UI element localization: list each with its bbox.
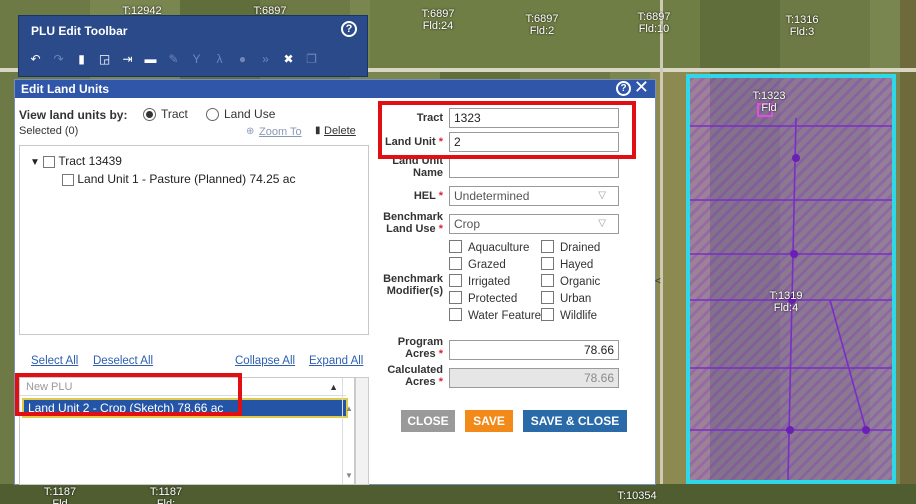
zoom-to-link[interactable]: Zoom To — [259, 126, 302, 138]
copy-icon[interactable]: ◲ — [96, 51, 113, 67]
deselect-all-link[interactable]: Deselect All — [93, 355, 153, 367]
modifier-wildlife[interactable]: Wildlife — [541, 308, 597, 322]
zoom-icon: ⊕ — [246, 126, 255, 137]
import-icon[interactable]: ⇥ — [119, 51, 136, 67]
fill-icon[interactable]: ● — [234, 51, 251, 67]
pen-icon[interactable]: ✎ — [165, 51, 182, 67]
sort-up-icon[interactable]: ▲ — [329, 378, 338, 396]
map-tract-label: T:1187 Fld — [43, 486, 77, 504]
map-road — [660, 0, 663, 504]
delete-icon[interactable]: ▮ — [73, 51, 90, 67]
land-units-tree: ▼ Tract 13439 Land Unit 1 - Pasture (Pla… — [19, 145, 369, 335]
tools-icon[interactable]: ✖ — [280, 51, 297, 67]
selected-parcel[interactable]: T:1323 Fld T:1319 Fld:4 — [686, 74, 896, 484]
plu-scrollbar[interactable]: ▲ ▼ — [342, 378, 354, 484]
benchmark-land-use-select[interactable]: Crop ▽ — [449, 214, 619, 234]
radio-tract[interactable] — [143, 108, 156, 121]
save-and-close-button[interactable]: SAVE & CLOSE — [523, 410, 627, 432]
select-all-link[interactable]: Select All — [31, 355, 78, 367]
scroll-up-icon[interactable]: ▲ — [345, 404, 353, 413]
modifier-aquaculture[interactable]: Aquaculture — [449, 240, 529, 254]
split-icon[interactable]: Y — [188, 51, 205, 67]
hel-select[interactable]: Undetermined ▽ — [449, 186, 619, 206]
modifier-organic[interactable]: Organic — [541, 274, 600, 288]
help-icon[interactable]: ? — [616, 81, 631, 96]
map-field — [900, 0, 916, 504]
selected-count: Selected (0) — [19, 125, 79, 137]
list-scrollbar[interactable] — [355, 377, 369, 485]
map-tract-label: T:1323 Fld — [752, 90, 786, 114]
tree-node-tract[interactable]: ▼ Tract 13439 — [30, 154, 122, 168]
benchmark-land-use-label: Benchmark Land Use * — [383, 211, 443, 235]
double-chevron-icon[interactable]: » — [257, 51, 274, 67]
map-tract-label: T:6897 Fld:10 — [637, 11, 671, 35]
radio-land-use[interactable] — [206, 108, 219, 121]
close-icon[interactable]: ✕ — [634, 78, 649, 96]
scroll-down-icon[interactable]: ▼ — [345, 471, 353, 480]
map-tract-label: T:1316 Fld:3 — [785, 14, 819, 38]
radio-land-use-label: Land Use — [224, 107, 276, 121]
help-icon[interactable]: ? — [341, 21, 357, 37]
chevron-down-icon: ▽ — [598, 218, 606, 229]
map-tract-label: T:6897 Fld:24 — [421, 8, 455, 32]
collapse-all-link[interactable]: Collapse All — [235, 355, 295, 367]
save-button[interactable]: SAVE — [465, 410, 513, 432]
view-by-label: View land units by: — [19, 108, 128, 122]
map-tract-label: T:10354 — [617, 490, 657, 502]
dialog-title: Edit Land Units — [21, 82, 109, 96]
land-unit-label: Land Unit 1 - Pasture (Planned) 74.25 ac — [77, 172, 296, 186]
toolbar-title: PLU Edit Toolbar — [31, 24, 128, 38]
modifier-drained[interactable]: Drained — [541, 240, 600, 254]
delete-link[interactable]: Delete — [324, 125, 356, 137]
map-tract-label: T:1187 Fld: — [149, 486, 183, 504]
hel-field-label: HEL * — [413, 190, 443, 202]
map-tract-label: T:6897 Fld:2 — [525, 13, 559, 37]
calculated-acres-label: Calculated Acres * — [387, 364, 443, 388]
program-acres-label: Program Acres * — [397, 336, 443, 360]
modifier-irrigated[interactable]: Irrigated — [449, 274, 510, 288]
tree-node-land-unit[interactable]: Land Unit 1 - Pasture (Planned) 74.25 ac — [62, 172, 295, 186]
redo-icon[interactable]: ↷ — [50, 51, 67, 67]
toolbar-icon-row: ↶ ↷ ▮ ◲ ⇥ ▬ ✎ Y λ ● » ✖ ❐ — [27, 51, 320, 67]
annotation-highlight-box — [378, 101, 636, 159]
benchmark-modifiers-label: Benchmark Modifier(s) — [383, 273, 443, 297]
calculated-acres-field: 78.66 — [449, 368, 619, 388]
window-icon[interactable]: ▬ — [142, 51, 159, 67]
map-tract-label: T:1319 Fld:4 — [769, 290, 803, 314]
land-units-tree-panel: View land units by: Tract Land Use Selec… — [15, 98, 373, 486]
annotation-highlight-box — [15, 373, 242, 416]
plu-edit-toolbar[interactable]: PLU Edit Toolbar ? ↶ ↷ ▮ ◲ ⇥ ▬ ✎ Y λ ● »… — [18, 15, 368, 77]
close-button[interactable]: CLOSE — [401, 410, 455, 432]
trash-icon: ▮ — [315, 125, 321, 136]
modifier-protected[interactable]: Protected — [449, 291, 517, 305]
modifier-water-feature[interactable]: Water Feature — [449, 308, 541, 322]
dialog-header: Edit Land Units ? ✕ — [15, 78, 655, 98]
tract-checkbox[interactable] — [43, 155, 56, 168]
modifier-hayed[interactable]: Hayed — [541, 257, 593, 271]
tract-label: Tract 13439 — [58, 154, 122, 168]
caret-down-icon[interactable]: ▼ — [30, 157, 40, 168]
clone-icon[interactable]: ❐ — [303, 51, 320, 67]
modifier-grazed[interactable]: Grazed — [449, 257, 506, 271]
modifier-urban[interactable]: Urban — [541, 291, 591, 305]
radio-tract-label: Tract — [161, 107, 188, 121]
land-unit-name-field[interactable] — [449, 158, 619, 178]
collapse-panel-icon[interactable]: < — [655, 276, 661, 287]
program-acres-field[interactable]: 78.66 — [449, 340, 619, 360]
merge-icon[interactable]: λ — [211, 51, 228, 67]
parcel-boundaries — [690, 103, 892, 480]
chevron-down-icon: ▽ — [598, 190, 606, 201]
undo-icon[interactable]: ↶ — [27, 51, 44, 67]
expand-all-link[interactable]: Expand All — [309, 355, 363, 367]
land-unit-checkbox[interactable] — [62, 173, 74, 186]
